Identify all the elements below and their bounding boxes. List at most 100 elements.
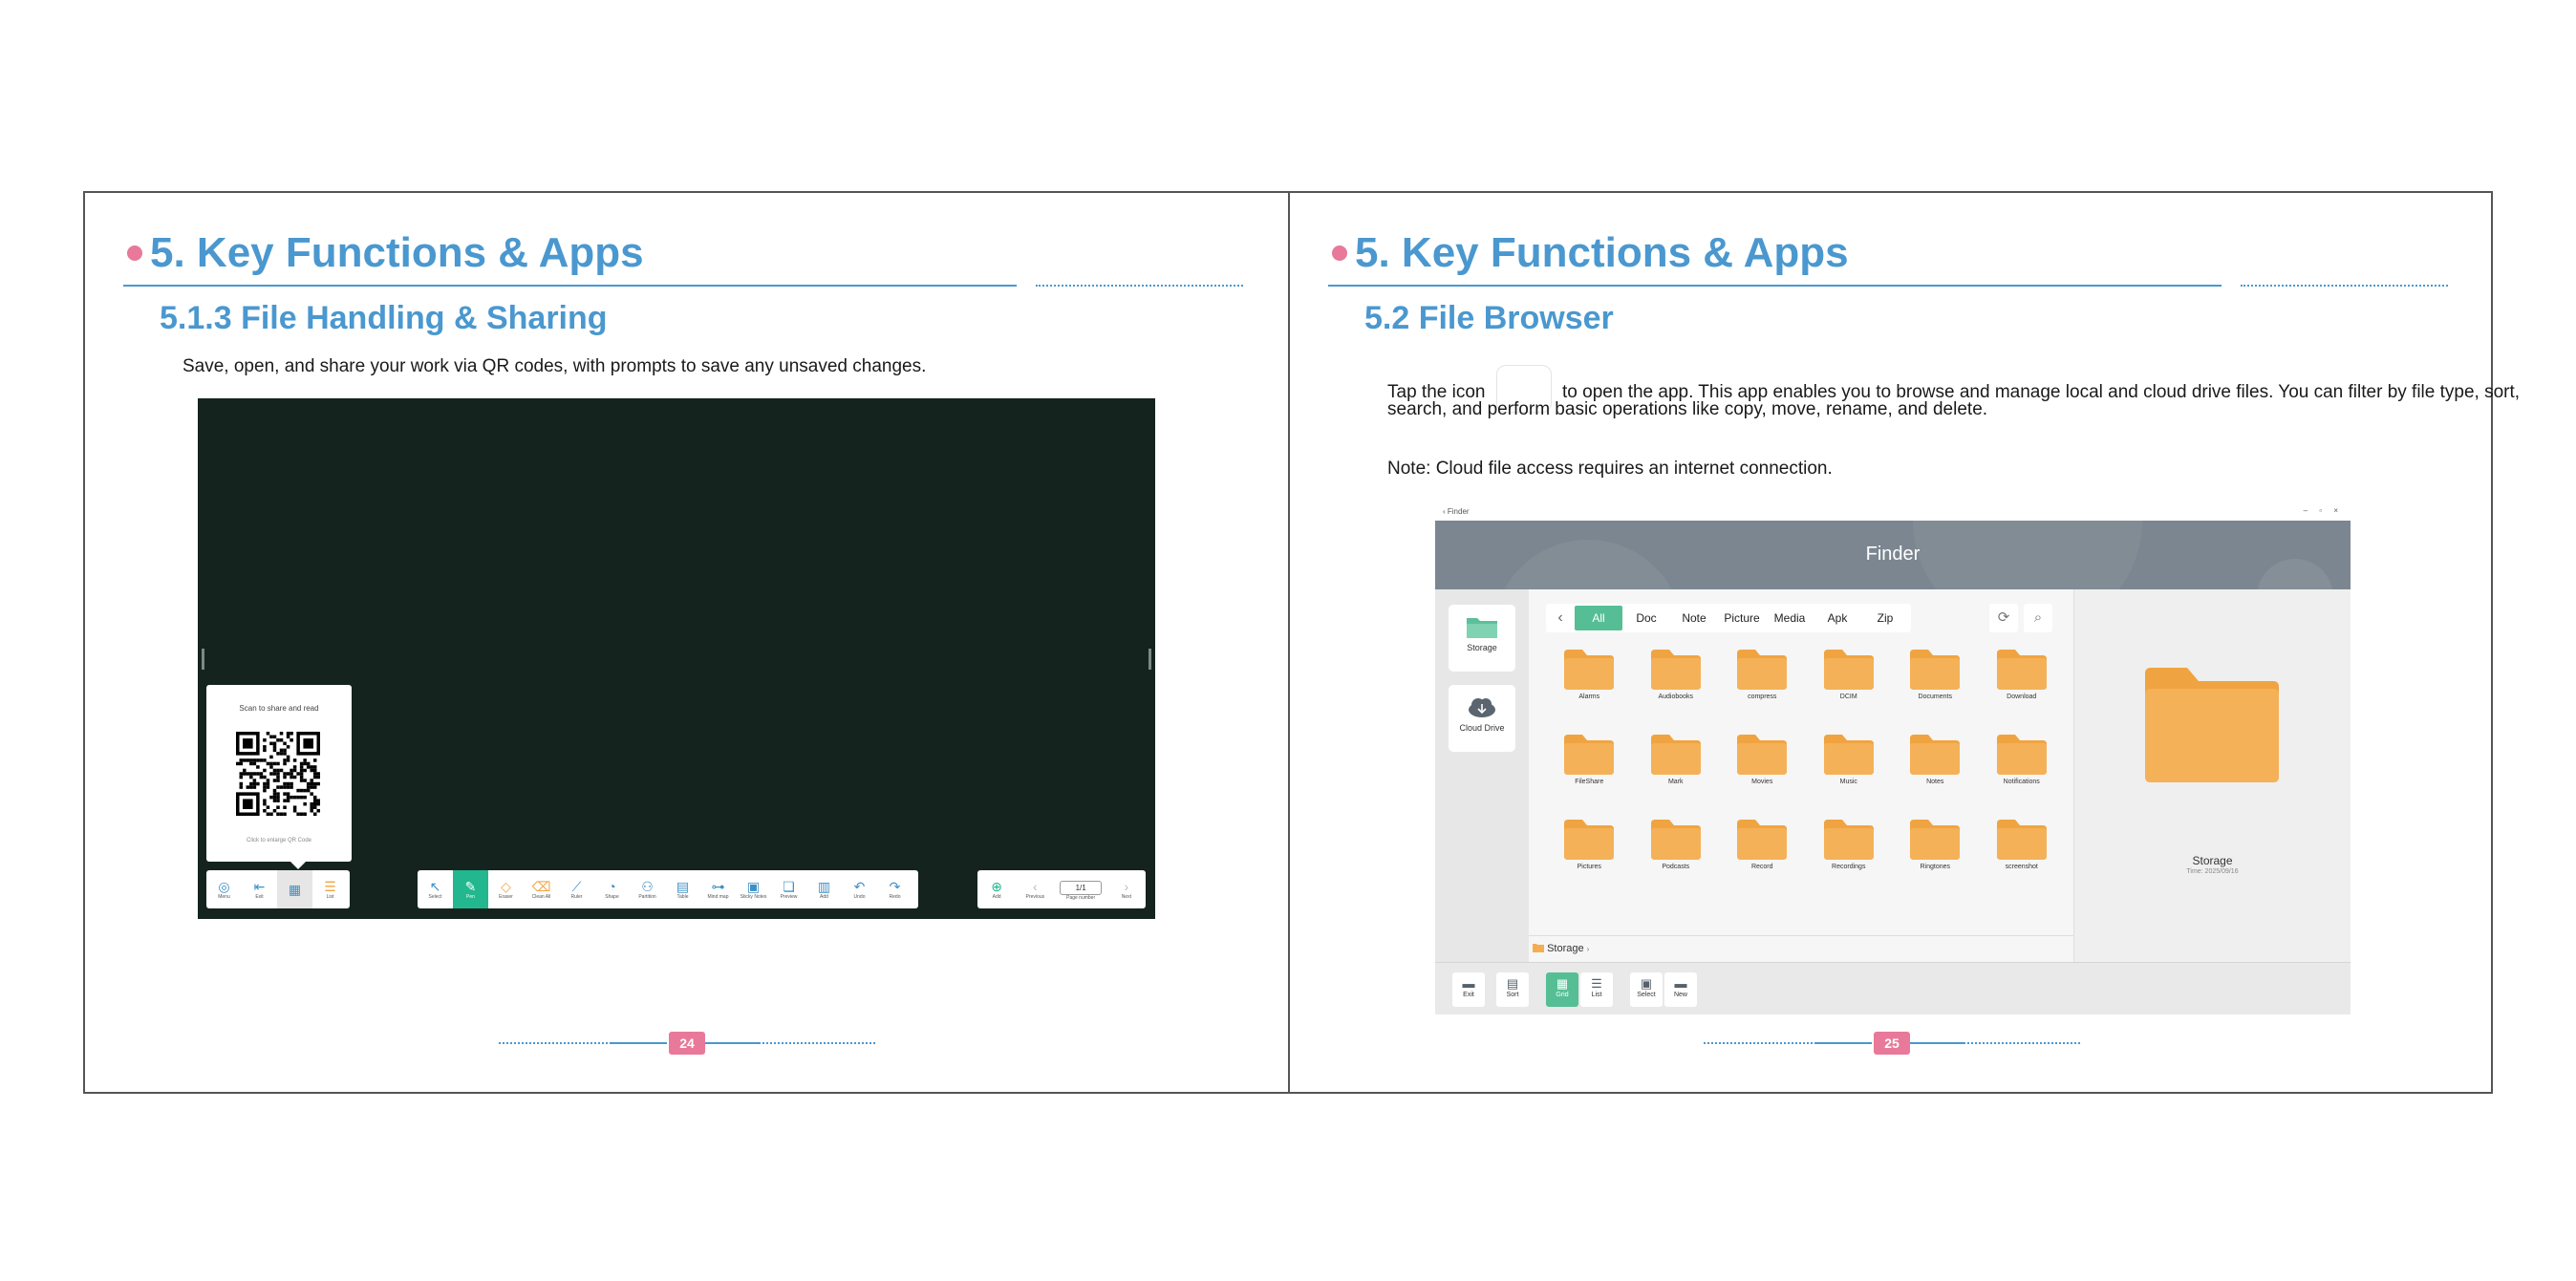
toolbar-button-preview[interactable]: ❏ Preview [771,870,806,908]
partition-icon: ⚇ [641,879,654,894]
toolbar-button-undo[interactable]: ↶ Undo [842,870,877,908]
toolbar-button-exit[interactable]: ⇤ Exit [242,870,277,908]
filter-tab-apk[interactable]: Apk [1814,611,1861,625]
toolbar-button-clean[interactable]: ⌫ Clean All [524,870,559,908]
finder-bottom-bar: ▬ Exit ▤ Sort ▦ Grid ☰ List ▣ Select ▬ New [1435,962,2351,1014]
toolbar-button-add[interactable]: ▥ Add [806,870,842,908]
folder-icon [1823,650,1874,690]
toolbar-button-pen[interactable]: ✎ Pen [453,870,488,908]
section-title: 5.2 File Browser [1364,300,1614,336]
new-folder-icon: ▬ [1674,976,1687,991]
page-value: 1/1 [1060,881,1103,895]
preview-date: Time: 2025/09/16 [2186,868,2239,875]
folder-item[interactable]: Movies [1719,735,1806,785]
back-chevron-icon[interactable]: ‹ [1546,609,1575,627]
search-icon[interactable]: ⌕ [2024,604,2052,632]
folder-preview-pane: Storage Time: 2025/09/16 [2073,589,2351,962]
folder-item[interactable]: Recordings [1806,820,1893,870]
add-page-button[interactable]: ⊕ Add [979,870,1015,908]
toolbar-button-redo[interactable]: ↷ Redo [877,870,912,908]
toolbar-button-eraser[interactable]: ◇ Eraser [488,870,524,908]
breadcrumb[interactable]: Storage › [1529,935,2073,962]
pen-icon: ✎ [464,879,477,894]
window-controls[interactable]: – ▫ × [2304,506,2343,515]
folder-item[interactable]: DCIM [1806,650,1893,700]
folder-item[interactable]: Notes [1892,735,1979,785]
folder-item[interactable]: screenshot [1979,820,2066,870]
toolbar-button-qr[interactable]: ▦ [277,870,312,908]
preview-icon: ❏ [783,879,795,894]
toolbar-button-partition[interactable]: ⚇ Partition [630,870,665,908]
folder-item[interactable]: Record [1719,820,1806,870]
exit-button[interactable]: ▬ Exit [1452,972,1485,1007]
folder-item[interactable]: FileShare [1546,735,1633,785]
folder-item[interactable]: compress [1719,650,1806,700]
folder-item[interactable]: Download [1979,650,2066,700]
toolbar-button-sticky[interactable]: ▣ Sticky Notes [736,870,771,908]
filter-tab-doc[interactable]: Doc [1622,611,1670,625]
folder-item[interactable]: Documents [1892,650,1979,700]
body-text-line2: search, and perform basic operations lik… [1387,399,1988,419]
next-page-button[interactable]: › Next [1108,870,1144,908]
folder-item[interactable]: Ringtones [1892,820,1979,870]
filter-tab-picture[interactable]: Picture [1718,611,1766,625]
folder-item[interactable]: Mark [1633,735,1720,785]
sidebar-item-cloud-drive[interactable]: Cloud Drive [1449,685,1515,752]
filter-tab-note[interactable]: Note [1670,611,1718,625]
toolbar-button-mindmap[interactable]: ⊶ Mind map [700,870,736,908]
page-number-box[interactable]: 1/1 Page number [1056,870,1106,908]
qr-share-popup: Scan to share and read Click to enlarge … [206,685,352,869]
refresh-icon[interactable]: ⟳ [1989,604,2018,632]
finder-sidebar: Storage Cloud Drive [1435,589,1529,962]
folder-icon [1910,735,1961,775]
section-title: 5.1.3 File Handling & Sharing [160,300,608,336]
add-icon: ▥ [817,879,831,894]
sidebar-item-storage[interactable]: Storage [1449,605,1515,672]
filter-tab-media[interactable]: Media [1766,611,1814,625]
cloud-icon [1469,698,1495,717]
list-button[interactable]: ☰ List [1580,972,1613,1007]
right-drag-handle [1148,649,1151,670]
menu-icon: ◎ [218,879,230,894]
mindmap-icon: ⊶ [711,879,725,894]
page-footer: 24 [85,1032,1288,1055]
folder-item[interactable]: Pictures [1546,820,1633,870]
folder-icon [1564,650,1615,690]
folder-icon [1910,820,1961,860]
toolbar-button-menu[interactable]: ◎ Menu [206,870,242,908]
toolbar-center: ↖ Select ✎ Pen ◇ Eraser ⌫ Clean All ⟋ Ruler ◔ Shape… [418,870,918,908]
large-folder-icon [2145,668,2279,782]
previous-page-button[interactable]: ‹ Previous [1018,870,1053,908]
folder-icon [1650,735,1701,775]
toolbar-button-shape[interactable]: ◔ Shape [594,870,630,908]
filter-tab-zip[interactable]: Zip [1861,611,1909,625]
sort-button[interactable]: ▤ Sort [1496,972,1529,1007]
toolbar-button-list[interactable]: ☰ List [312,870,348,908]
folder-icon [1996,650,2047,690]
toolbar-button-table[interactable]: ▤ Table [665,870,700,908]
chevron-right-icon: › [1586,945,1590,953]
select-button[interactable]: ▣ Select [1630,972,1663,1007]
grid-button[interactable]: ▦ Grid [1546,972,1578,1007]
folder-icon [1737,650,1788,690]
undo-icon: ↶ [853,879,866,894]
chapter-title: 5. Key Functions & Apps [127,229,644,277]
folder-item[interactable]: Podcasts [1633,820,1720,870]
folder-item[interactable]: Alarms [1546,650,1633,700]
bullet-dot-icon [127,246,142,261]
toolbar-button-select[interactable]: ↖ Select [418,870,453,908]
filter-tab-all[interactable]: All [1575,606,1622,630]
folder-icon [1823,820,1874,860]
folder-icon [1737,735,1788,775]
window-titlebar: ‹ Finder – ▫ × [1435,503,2351,521]
finder-screenshot: ‹ Finder – ▫ × Finder Storage Cloud Driv… [1435,503,2351,1014]
new-button[interactable]: ▬ New [1664,972,1697,1007]
toolbar-button-ruler[interactable]: ⟋ Ruler [559,870,594,908]
page-number: 24 [669,1032,705,1055]
folder-icon [1823,735,1874,775]
qr-code-icon[interactable] [236,732,320,816]
folder-item[interactable]: Music [1806,735,1893,785]
folder-item[interactable]: Audiobooks [1633,650,1720,700]
folder-item[interactable]: Notifications [1979,735,2066,785]
left-page: 5. Key Functions & Apps 5.1.3 File Handl… [85,193,1290,1092]
